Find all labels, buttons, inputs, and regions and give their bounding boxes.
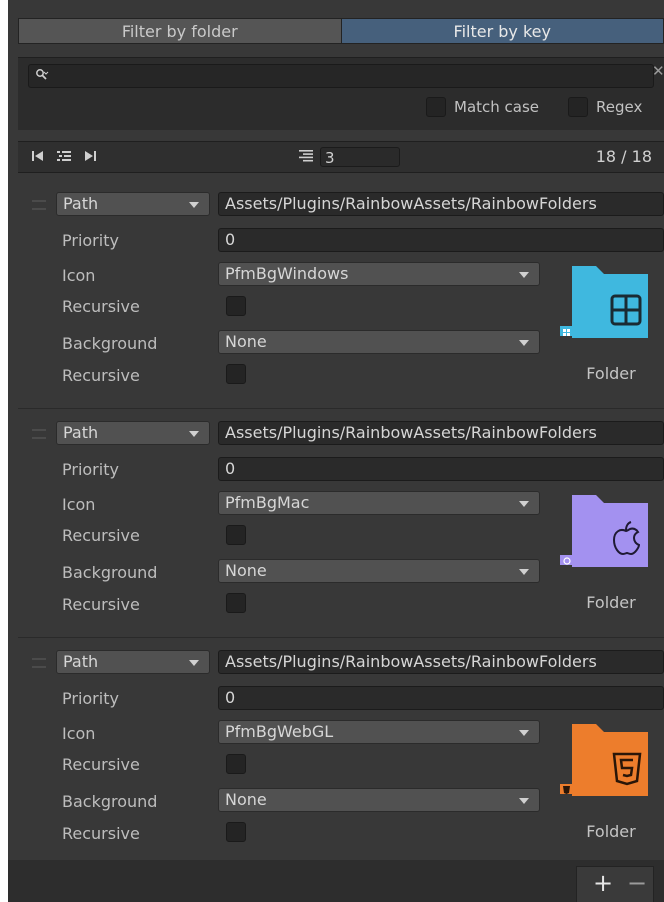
recursive-label: Recursive <box>62 595 140 614</box>
tab-filter-by-key[interactable]: Filter by key <box>340 18 664 44</box>
drag-handle-icon[interactable] <box>32 429 46 439</box>
list-footer: + − <box>8 860 664 902</box>
add-button[interactable]: + <box>593 869 613 897</box>
search-panel: ✕ Match case Regex <box>18 57 664 130</box>
chevron-down-icon <box>519 569 529 575</box>
chevron-down-icon <box>519 272 529 278</box>
type-dropdown-value: Path <box>63 652 99 671</box>
remove-button[interactable]: − <box>627 869 647 897</box>
chevron-down-icon <box>519 501 529 507</box>
match-case-option[interactable]: Match case <box>426 96 539 118</box>
type-dropdown[interactable]: Path <box>56 650 210 674</box>
list-item: Path Assets/Plugins/RainbowAssets/Rainbo… <box>18 638 664 867</box>
list-item: Path Assets/Plugins/RainbowAssets/Rainbo… <box>18 409 664 638</box>
html5-folder-icon <box>560 724 648 796</box>
chevron-down-icon <box>189 660 199 666</box>
path-field[interactable]: Assets/Plugins/RainbowAssets/RainbowFold… <box>218 192 664 216</box>
icon-label: Icon <box>62 724 96 743</box>
background-dropdown[interactable]: None <box>218 788 540 812</box>
regex-label: Regex <box>596 98 643 116</box>
regex-option[interactable]: Regex <box>568 96 642 118</box>
path-field[interactable]: Assets/Plugins/RainbowAssets/RainbowFold… <box>218 421 664 445</box>
filter-tabs: Filter by folder Filter by key <box>18 18 664 46</box>
last-page-icon[interactable] <box>82 149 98 163</box>
icon-dropdown-value: PfmBgWindows <box>225 264 349 283</box>
rules-list: Path Assets/Plugins/RainbowAssets/Rainbo… <box>18 180 664 867</box>
first-page-icon[interactable] <box>30 149 46 163</box>
chevron-down-icon <box>519 340 529 346</box>
rainbow-folders-window: Filter by folder Filter by key ✕ Match c… <box>8 0 664 902</box>
path-field[interactable]: Assets/Plugins/RainbowAssets/RainbowFold… <box>218 650 664 674</box>
icon-dropdown[interactable]: PfmBgWindows <box>218 262 540 286</box>
recursive-label: Recursive <box>62 526 140 545</box>
recursive-label: Recursive <box>62 755 140 774</box>
background-recursive-checkbox[interactable] <box>226 364 246 384</box>
priority-label: Priority <box>62 231 119 250</box>
windows-folder-icon <box>560 266 648 338</box>
icon-dropdown-value: PfmBgMac <box>225 493 310 512</box>
type-dropdown-value: Path <box>63 194 99 213</box>
priority-field[interactable]: 0 <box>218 228 664 252</box>
folder-preview-caption: Folder <box>586 822 636 841</box>
drag-handle-icon[interactable] <box>32 658 46 668</box>
close-icon[interactable]: ✕ <box>652 62 664 80</box>
background-dropdown-value: None <box>225 332 267 351</box>
background-recursive-checkbox[interactable] <box>226 593 246 613</box>
icon-recursive-checkbox[interactable] <box>226 754 246 774</box>
recursive-label: Recursive <box>62 824 140 843</box>
chevron-down-icon <box>519 730 529 736</box>
drag-handle-icon[interactable] <box>32 200 46 210</box>
list-item: Path Assets/Plugins/RainbowAssets/Rainbo… <box>18 180 664 409</box>
chevron-down-icon <box>519 798 529 804</box>
icon-dropdown-value: PfmBgWebGL <box>225 722 334 741</box>
icon-recursive-checkbox[interactable] <box>226 525 246 545</box>
list-toolbar: 3 18 / 18 <box>18 141 664 173</box>
list-icon[interactable] <box>56 149 72 163</box>
folder-preview-caption: Folder <box>586 593 636 612</box>
match-case-label: Match case <box>454 98 540 116</box>
recursive-label: Recursive <box>62 297 140 316</box>
background-label: Background <box>62 792 158 811</box>
mac-folder-icon <box>560 495 648 567</box>
folder-preview-caption: Folder <box>586 364 636 383</box>
item-counter: 18 / 18 <box>595 147 652 166</box>
priority-field[interactable]: 0 <box>218 686 664 710</box>
search-icon <box>36 69 49 80</box>
background-label: Background <box>62 334 158 353</box>
background-dropdown[interactable]: None <box>218 559 540 583</box>
type-dropdown[interactable]: Path <box>56 192 210 216</box>
background-dropdown-value: None <box>225 561 267 580</box>
priority-label: Priority <box>62 689 119 708</box>
page-size-field[interactable]: 3 <box>320 147 400 167</box>
search-input[interactable] <box>28 64 654 88</box>
icon-recursive-checkbox[interactable] <box>226 296 246 316</box>
background-recursive-checkbox[interactable] <box>226 822 246 842</box>
footer-buttons: + − <box>576 866 654 902</box>
type-dropdown[interactable]: Path <box>56 421 210 445</box>
icon-dropdown[interactable]: PfmBgMac <box>218 491 540 515</box>
background-dropdown[interactable]: None <box>218 330 540 354</box>
priority-label: Priority <box>62 460 119 479</box>
icon-label: Icon <box>62 495 96 514</box>
background-dropdown-value: None <box>225 790 267 809</box>
type-dropdown-value: Path <box>63 423 99 442</box>
priority-field[interactable]: 0 <box>218 457 664 481</box>
icon-dropdown[interactable]: PfmBgWebGL <box>218 720 540 744</box>
match-case-checkbox[interactable] <box>426 97 446 117</box>
page-size-icon <box>299 150 313 162</box>
regex-checkbox[interactable] <box>568 97 588 117</box>
background-label: Background <box>62 563 158 582</box>
icon-label: Icon <box>62 266 96 285</box>
chevron-down-icon <box>189 431 199 437</box>
chevron-down-icon <box>189 202 199 208</box>
recursive-label: Recursive <box>62 366 140 385</box>
tab-filter-by-folder[interactable]: Filter by folder <box>18 18 341 44</box>
